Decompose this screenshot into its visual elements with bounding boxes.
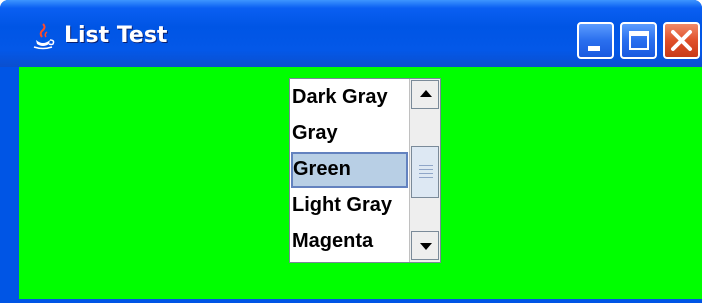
arrow-down-icon — [420, 243, 432, 250]
content-panel: Dark Gray Gray Green Light Gray Magenta — [19, 67, 702, 299]
list-item-light-gray[interactable]: Light Gray — [291, 188, 408, 224]
arrow-up-icon — [420, 90, 432, 97]
grip-line — [419, 173, 433, 174]
list-item-green[interactable]: Green — [291, 152, 408, 188]
list-item-magenta[interactable]: Magenta — [291, 224, 408, 260]
grip-line — [419, 169, 433, 170]
grip-line — [419, 165, 433, 166]
list-item-gray[interactable]: Gray — [291, 116, 408, 152]
maximize-icon — [629, 31, 649, 50]
scroll-thumb[interactable] — [411, 146, 439, 198]
window-title: List Test — [64, 23, 168, 48]
title-bar[interactable]: List Test — [0, 0, 702, 67]
color-list[interactable]: Dark Gray Gray Green Light Gray Magenta — [289, 78, 441, 263]
java-cup-icon — [33, 23, 55, 50]
close-button[interactable] — [663, 22, 700, 59]
grip-line — [419, 177, 433, 178]
vertical-scrollbar[interactable] — [409, 79, 440, 262]
minimize-button[interactable] — [577, 22, 614, 59]
close-icon — [671, 30, 692, 51]
minimize-icon — [588, 46, 600, 51]
scroll-up-button[interactable] — [411, 80, 439, 109]
maximize-button[interactable] — [620, 22, 657, 59]
list-item-dark-gray[interactable]: Dark Gray — [291, 80, 408, 116]
scroll-down-button[interactable] — [411, 231, 439, 260]
application-window: List Test Dark Gray Gray Green Light Gra… — [0, 0, 702, 303]
